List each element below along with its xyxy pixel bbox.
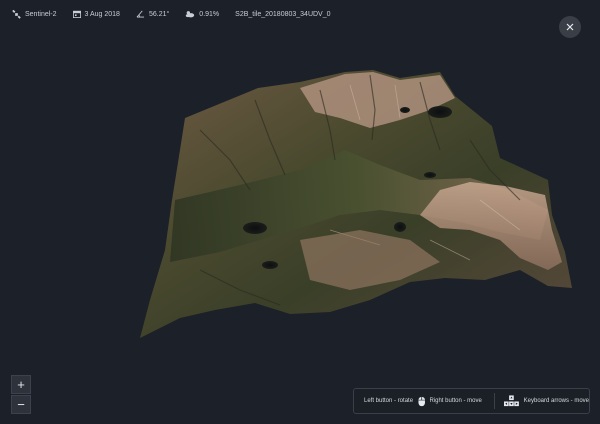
date-info: 3 Aug 2018 [72,10,120,18]
terrain-3d-view[interactable] [0,0,600,424]
keyboard-hint: Keyboard arrows - move [523,398,589,404]
lake-4 [400,107,410,113]
lake-3 [428,106,452,118]
satellite-label: Sentinel-2 [25,10,57,18]
cloud-icon [186,11,195,18]
tile-info: S2B_tile_20180803_34UDV_0 [235,11,330,18]
angle-icon [136,10,145,18]
controls-divider [493,393,495,409]
zoom-controls: + − [11,375,31,414]
sun-angle-info: 56.21° [136,10,169,18]
zoom-in-button[interactable]: + [11,375,31,394]
tile-label: S2B_tile_20180803_34UDV_0 [235,10,331,18]
keyboard-arrows-icon [503,395,519,407]
zoom-out-button[interactable]: − [11,395,31,414]
close-button[interactable] [559,16,581,38]
cloud-cover-label: 0.91% [199,10,220,18]
mouse-icon [418,396,426,406]
left-button-hint: Left button - rotate [364,398,414,404]
lake-2 [394,222,406,232]
cloud-cover-info: 0.91% [185,10,219,18]
lake-1 [243,222,267,234]
satellite-info: Sentinel-2 [12,9,57,19]
lake-5 [424,172,436,178]
viewer-3d[interactable]: Sentinel-2 3 Aug 2018 56.21° 0.91% S2B_t… [0,0,600,424]
close-icon [566,23,574,31]
calendar-icon [72,10,81,18]
right-button-hint: Right button - move [429,398,482,404]
lake-6 [262,261,278,269]
controls-hint-panel: Left button - rotate Right button - move… [353,388,590,414]
satellite-icon [12,9,21,19]
metadata-bar: Sentinel-2 3 Aug 2018 56.21° 0.91% S2B_t… [0,0,600,28]
sun-angle-label: 56.21° [148,10,170,18]
date-label: 3 Aug 2018 [84,10,120,18]
